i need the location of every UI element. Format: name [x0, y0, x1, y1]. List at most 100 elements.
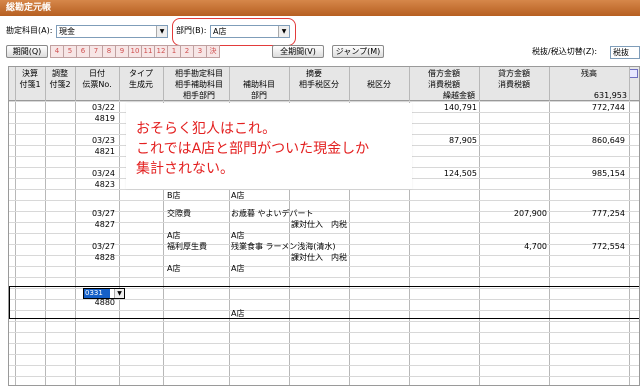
voucher-cell: 4828 [94, 253, 115, 262]
period-tab[interactable]: 2 [180, 45, 194, 58]
balance-cell: 772,554 [591, 242, 625, 251]
account-select[interactable]: 現金 ▼ [56, 25, 168, 38]
date-cell: 03/27 [91, 242, 115, 251]
chevron-down-icon[interactable]: ▼ [114, 289, 124, 298]
date-cell: 03/22 [91, 103, 115, 112]
carryover-amount: 631,953 [593, 91, 627, 100]
annotation-line-1: おそらく犯人はこれ。 [136, 121, 277, 137]
col-header: 残高 [581, 69, 597, 78]
grid-hline [9, 266, 639, 267]
voucher-cell: 4827 [94, 220, 115, 229]
toolbar: 期間(Q) 4 5 6 7 8 9 10 11 12 1 2 3 決 全期間(V) ジャンプ(M) 税抜… [0, 45, 640, 61]
balance-cell: 772,744 [591, 103, 625, 112]
grid-hline [9, 343, 639, 344]
account-label: 勘定科目(A): [6, 26, 53, 35]
period-tab[interactable]: 5 [63, 45, 77, 58]
period-tab[interactable]: 7 [89, 45, 103, 58]
col-header: 部門 [251, 91, 267, 100]
col-header: 摘要 [306, 69, 322, 78]
window-title: 総勘定元帳 [0, 0, 640, 16]
credit-cell: 207,900 [513, 209, 547, 218]
date-cell: 03/27 [91, 209, 115, 218]
voucher-cell: 4819 [94, 114, 115, 123]
filter-bar: 勘定科目(A): 現金 ▼ 部門(B): A店 ▼ [0, 24, 640, 40]
period-tab[interactable]: 11 [141, 45, 155, 58]
tax-switch-value: 税抜 [613, 48, 629, 57]
chevron-down-icon[interactable]: ▼ [156, 26, 167, 37]
voucher-cell: 4823 [94, 180, 115, 189]
pdept-cell: A店 [167, 231, 181, 240]
grid-hline [9, 233, 639, 234]
date-edit-value[interactable]: 0331 [84, 289, 110, 298]
grid-vline [629, 67, 630, 385]
annotation-line-3: 集計されない。 [136, 161, 234, 177]
col-header: 相手勘定科目 [175, 69, 223, 78]
grid-hline [9, 200, 639, 201]
settings-icon[interactable] [629, 69, 638, 78]
balance-cell: 777,254 [591, 209, 625, 218]
period-tab[interactable]: 6 [76, 45, 90, 58]
tax-switch-label: 税抜/税込切替(Z): [532, 47, 598, 56]
grid-vline [15, 67, 16, 385]
period-tab[interactable]: 9 [115, 45, 129, 58]
debit-cell: 140,791 [443, 103, 477, 112]
grid-hline [9, 321, 639, 322]
voucher-cell: 4821 [94, 147, 115, 156]
col-header: 相手部門 [183, 91, 215, 100]
col-header: 調整 [52, 69, 68, 78]
period-tab[interactable]: 8 [102, 45, 116, 58]
account-cell: 福利厚生費 [167, 242, 207, 251]
period-tab[interactable]: 決 [206, 45, 220, 58]
dept-highlight-circle [172, 18, 296, 46]
date-editor[interactable]: 0331 ▼ [83, 288, 125, 299]
jump-button[interactable]: ジャンプ(M) [332, 45, 384, 58]
grid-hline [9, 277, 639, 278]
grid-hline [9, 332, 639, 333]
col-header: 相手補助科目 [175, 80, 223, 89]
pdept-cell: B店 [167, 191, 181, 200]
grid-hline [9, 376, 639, 377]
period-tabs: 4 5 6 7 8 9 10 11 12 1 2 3 決 [50, 45, 220, 58]
col-header: 相手税区分 [299, 80, 339, 89]
grid-vline [549, 67, 550, 385]
account-value: 現金 [59, 27, 75, 36]
date-cell: 03/24 [91, 169, 115, 178]
col-header: 借方金額 [428, 69, 460, 78]
taxcls-cell: 内税 [331, 253, 347, 262]
period-tab[interactable]: 12 [154, 45, 168, 58]
col-header: 付箋2 [49, 80, 71, 89]
pdept-cell: A店 [167, 264, 181, 273]
period-tab[interactable]: 10 [128, 45, 142, 58]
account-cell: 交際費 [167, 209, 191, 218]
memo-cell: お歳暮 やよいデパート [231, 209, 314, 218]
tax-switch-select[interactable]: 税抜 [610, 46, 640, 59]
col-header: 貸方金額 [498, 69, 530, 78]
dept-cell: A店 [231, 264, 245, 273]
col-header: 決算 [22, 69, 38, 78]
col-header: 税区分 [367, 80, 391, 89]
debit-cell: 124,505 [443, 169, 477, 178]
col-header: 生成元 [129, 80, 153, 89]
col-header: タイプ [129, 69, 153, 78]
col-header: 付箋1 [19, 80, 41, 89]
annotation-line-2: これではA店と部門がついた現金しか [136, 141, 370, 157]
col-header: 消費税額 [428, 80, 460, 89]
memo-cell: 残業食事 ラーメン浅海(清水) [231, 242, 336, 251]
period-tab[interactable]: 3 [193, 45, 207, 58]
period-tab[interactable]: 4 [50, 45, 64, 58]
balance-cell: 860,649 [591, 136, 625, 145]
all-period-button[interactable]: 全期間(V) [272, 45, 324, 58]
period-button[interactable]: 期間(Q) [6, 45, 48, 58]
col-header: 補助科目 [243, 80, 275, 89]
credit-cell: 4,700 [524, 242, 547, 251]
taxcls-cell: 内税 [331, 220, 347, 229]
period-tab[interactable]: 1 [167, 45, 181, 58]
annotation-box: おそらく犯人はこれ。 これではA店と部門がついた現金しか 集計されない。 [126, 103, 412, 189]
col-header: 日付 [89, 69, 105, 78]
col-header: 伝票No. [82, 80, 112, 89]
grid-hline [9, 365, 639, 366]
grid-vline [119, 67, 120, 385]
grid-header: 決算 調整 日付 タイプ 相手勘定科目 摘要 借方金額 貸方金額 残高 付箋1 … [9, 67, 639, 101]
debit-cell: 87,905 [449, 136, 477, 145]
dept-cell: A店 [231, 231, 245, 240]
